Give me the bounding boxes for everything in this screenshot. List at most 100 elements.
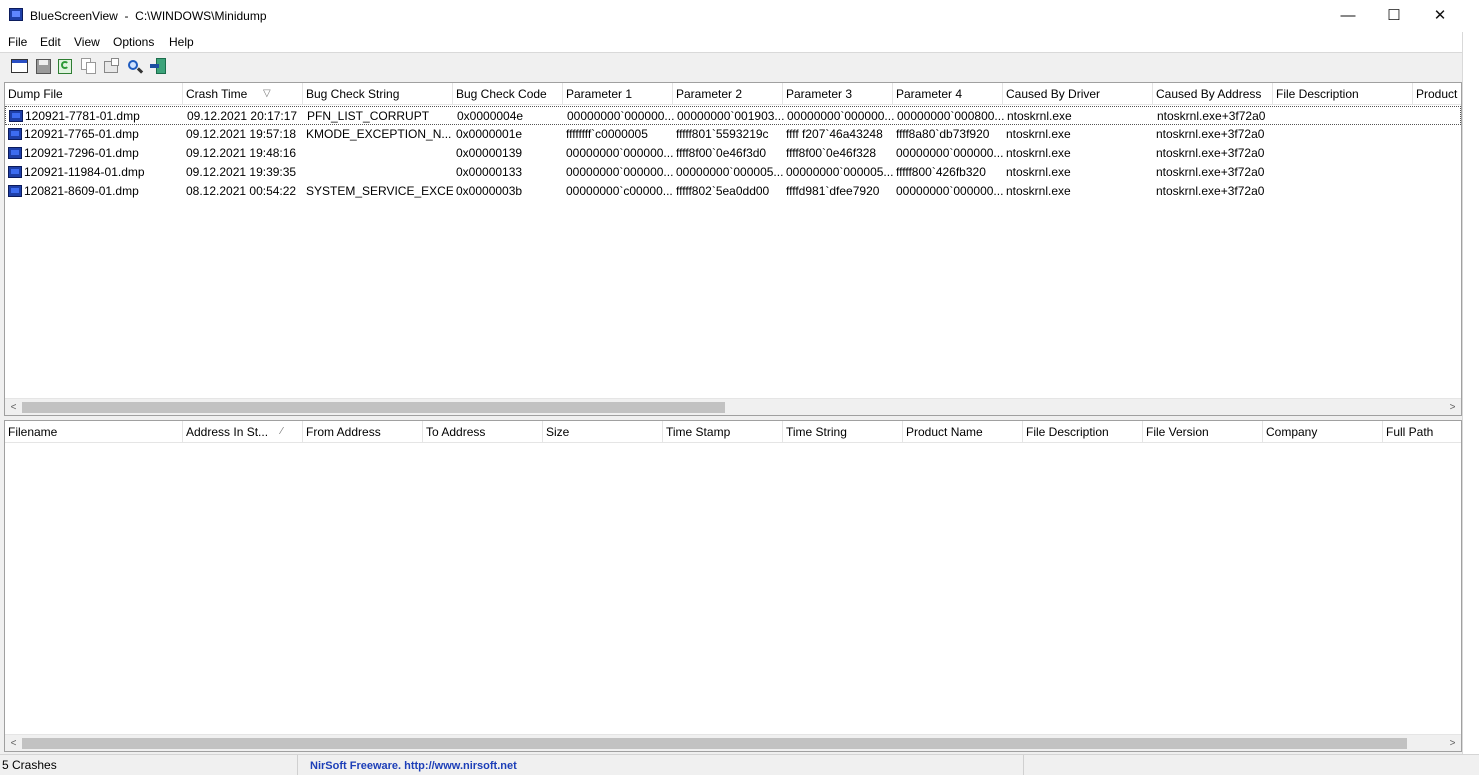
html-report-icon[interactable] [103, 58, 121, 75]
cell-caused-by-driver: ntoskrnl.exe [1006, 146, 1071, 160]
close-button[interactable]: ✕ [1417, 0, 1463, 32]
cell-bug-check-code: 0x0000003b [456, 184, 523, 198]
col-file-version[interactable]: File Version [1143, 421, 1263, 443]
cell-bug-check-string: PFN_LIST_CORRUPT [307, 109, 430, 123]
menu-view[interactable]: View [74, 35, 100, 49]
col-parameter-4[interactable]: Parameter 4 [893, 83, 1003, 105]
col-time-string[interactable]: Time String [783, 421, 903, 443]
table-row[interactable]: 120921-7765-01.dmp 09.12.2021 19:57:18 KMO… [5, 125, 1461, 144]
crash-list-header: Dump File Crash Time ▽ Bug Check String … [5, 83, 1461, 105]
dump-file-icon [8, 147, 22, 159]
cell-bug-check-code: 0x00000139 [456, 146, 523, 160]
save-icon[interactable] [35, 58, 53, 75]
cell-dump-file: 120921-7296-01.dmp [24, 146, 139, 160]
menu-file[interactable]: File [8, 35, 27, 49]
cell-param-1: 00000000`c00000... [566, 184, 673, 198]
cell-dump-file: 120921-11984-01.dmp [24, 165, 145, 179]
outer-scroll-strip [1462, 32, 1479, 754]
cell-caused-by-address: ntoskrnl.exe+3f72a0 [1156, 146, 1265, 160]
crash-list-pane[interactable]: Dump File Crash Time ▽ Bug Check String … [4, 82, 1462, 416]
maximize-button[interactable]: ☐ [1371, 0, 1417, 32]
cell-dump-file: 120921-7781-01.dmp [25, 109, 140, 123]
col-product[interactable]: Product [1413, 83, 1461, 105]
scroll-right-button-2[interactable]: > [1444, 735, 1461, 751]
exit-icon[interactable] [150, 58, 168, 75]
cell-param-3: ffff f207`46a43248 [786, 127, 883, 141]
table-row[interactable]: 120921-11984-01.dmp 09.12.2021 19:39:35 0x… [5, 163, 1461, 182]
col-size[interactable]: Size [543, 421, 663, 443]
cell-caused-by-address: ntoskrnl.exe+3f72a0 [1156, 184, 1265, 198]
table-row[interactable]: 120821-8609-01.dmp 08.12.2021 00:54:22 SYS… [5, 182, 1461, 201]
minimize-button[interactable]: — [1325, 0, 1371, 32]
driver-list-pane[interactable]: Filename Address In St... ⁄ From Address… [4, 420, 1462, 752]
dump-file-icon [8, 128, 22, 140]
cell-crash-time: 08.12.2021 00:54:22 [186, 184, 297, 198]
status-crash-count: 5 Crashes [2, 755, 298, 775]
driver-list-hscrollbar[interactable]: < > [5, 734, 1461, 751]
copy-icon[interactable] [81, 58, 99, 75]
dump-file-icon [8, 185, 22, 197]
cell-caused-by-driver: ntoskrnl.exe [1007, 109, 1072, 123]
col-file-description[interactable]: File Description [1273, 83, 1413, 105]
cell-bug-check-string [303, 163, 453, 182]
col-file-description-2[interactable]: File Description [1023, 421, 1143, 443]
cell-param-4: 00000000`000000... [896, 184, 1003, 198]
status-freeware: NirSoft Freeware. http://www.nirsoft.net [298, 755, 1024, 775]
cell-param-1: ffffffff`c0000005 [566, 127, 648, 141]
col-address-in-stack[interactable]: Address In St... ⁄ [183, 421, 303, 443]
scroll-left-button[interactable]: < [5, 399, 22, 415]
col-company[interactable]: Company [1263, 421, 1383, 443]
refresh-icon[interactable] [57, 58, 75, 75]
cell-param-1: 00000000`000000... [567, 109, 674, 123]
col-address-in-stack-label: Address In St... [186, 425, 269, 439]
cell-crash-time: 09.12.2021 19:57:18 [186, 127, 297, 141]
cell-param-4: 00000000`000800... [897, 109, 1004, 123]
col-dump-file[interactable]: Dump File [5, 83, 183, 105]
col-parameter-3[interactable]: Parameter 3 [783, 83, 893, 105]
col-to-address[interactable]: To Address [423, 421, 543, 443]
cell-param-2: fffff802`5ea0dd00 [676, 184, 770, 198]
find-icon[interactable] [127, 58, 145, 75]
status-bar: 5 Crashes NirSoft Freeware. http://www.n… [0, 754, 1479, 775]
driver-list-header: Filename Address In St... ⁄ From Address… [5, 421, 1461, 443]
menu-options[interactable]: Options [113, 35, 154, 49]
toolbar [0, 52, 1462, 80]
col-full-path[interactable]: Full Path [1383, 421, 1461, 443]
table-row[interactable]: 120921-7781-01.dmp 09.12.2021 20:17:17 PFN… [5, 106, 1461, 125]
cell-param-2: fffff801`5593219c [676, 127, 769, 141]
dump-file-icon [9, 110, 23, 122]
col-time-stamp[interactable]: Time Stamp [663, 421, 783, 443]
cell-param-4: ffff8a80`db73f920 [896, 127, 990, 141]
col-parameter-2[interactable]: Parameter 2 [673, 83, 783, 105]
scroll-thumb[interactable] [22, 402, 725, 413]
cell-param-2: 00000000`000005... [676, 165, 783, 179]
col-filename[interactable]: Filename [5, 421, 183, 443]
cell-caused-by-driver: ntoskrnl.exe [1006, 165, 1071, 179]
col-bug-check-string[interactable]: Bug Check String [303, 83, 453, 105]
col-caused-by-driver[interactable]: Caused By Driver [1003, 83, 1153, 105]
table-row[interactable]: 120921-7296-01.dmp 09.12.2021 19:48:16 0x0… [5, 144, 1461, 163]
menu-edit[interactable]: Edit [40, 35, 61, 49]
properties-icon[interactable] [11, 58, 29, 75]
col-crash-time[interactable]: Crash Time ▽ [183, 83, 303, 105]
cell-bug-check-string [303, 144, 453, 163]
bluescreen-app-icon [9, 8, 23, 21]
col-parameter-1[interactable]: Parameter 1 [563, 83, 673, 105]
menu-help[interactable]: Help [169, 35, 194, 49]
crash-list-hscrollbar[interactable]: < > [5, 398, 1461, 415]
col-caused-by-address[interactable]: Caused By Address [1153, 83, 1273, 105]
cell-bug-check-string: KMODE_EXCEPTION_N... [306, 127, 452, 141]
cell-crash-time: 09.12.2021 19:39:35 [186, 165, 297, 179]
scroll-right-button[interactable]: > [1444, 399, 1461, 415]
cell-dump-file: 120821-8609-01.dmp [24, 184, 139, 198]
scroll-thumb-2[interactable] [22, 738, 1407, 749]
cell-dump-file: 120921-7765-01.dmp [24, 127, 139, 141]
scroll-left-button-2[interactable]: < [5, 735, 22, 751]
nirsoft-link[interactable]: NirSoft Freeware. http://www.nirsoft.net [310, 760, 517, 772]
col-product-name[interactable]: Product Name [903, 421, 1023, 443]
col-bug-check-code[interactable]: Bug Check Code [453, 83, 563, 105]
cell-param-4: fffff800`426fb320 [896, 165, 986, 179]
dump-file-icon [8, 166, 22, 178]
col-from-address[interactable]: From Address [303, 421, 423, 443]
title-bar: BlueScreenView - C:\WINDOWS\Minidump — ☐… [0, 0, 1479, 32]
